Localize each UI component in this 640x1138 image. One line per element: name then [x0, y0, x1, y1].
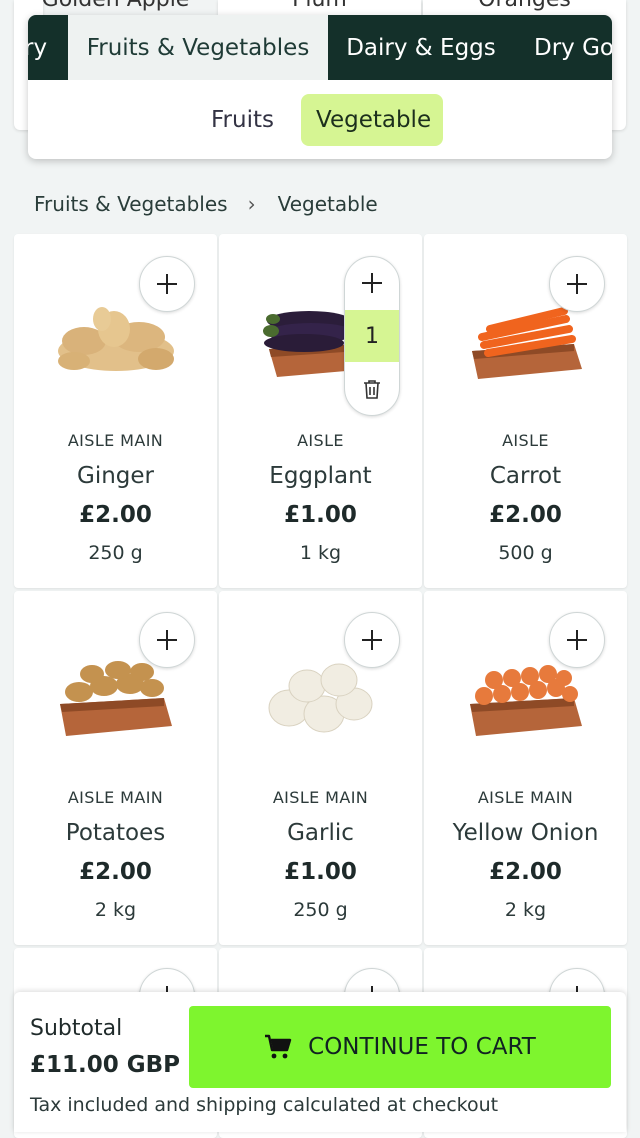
- add-to-cart-button[interactable]: [344, 612, 400, 668]
- add-to-cart-button[interactable]: [549, 612, 605, 668]
- product-size: 2 kg: [504, 899, 547, 921]
- peek-card-names: Golden Apple Plum Oranges: [14, 0, 626, 15]
- quantity-stepper[interactable]: 1: [344, 256, 400, 416]
- add-to-cart-button[interactable]: [139, 256, 195, 312]
- product-name: Yellow Onion: [452, 820, 599, 846]
- product-aisle: AISLE: [297, 431, 344, 450]
- quantity-value: 1: [345, 310, 399, 362]
- add-to-cart-button[interactable]: [549, 256, 605, 312]
- product-price: £1.00: [284, 502, 357, 528]
- plus-icon: [157, 630, 177, 650]
- plus-icon: [362, 630, 382, 650]
- product-name: Garlic: [287, 820, 354, 846]
- trash-icon: [364, 380, 380, 399]
- product-card-yellow-onion[interactable]: AISLE MAIN Yellow Onion £2.00 2 kg: [424, 591, 627, 945]
- product-card-eggplant[interactable]: 1 AISLE Eggplant £1.00 1 kg: [219, 234, 422, 588]
- chevron-right-icon: ›: [247, 192, 256, 216]
- increase-quantity-button[interactable]: [345, 257, 399, 309]
- product-price: £2.00: [79, 502, 152, 528]
- product-size: 250 g: [88, 542, 143, 564]
- product-card-potatoes[interactable]: AISLE MAIN Potatoes £2.00 2 kg: [14, 591, 217, 945]
- tab-dry-goods[interactable]: Dry Go: [534, 15, 612, 80]
- product-name: Ginger: [77, 463, 154, 489]
- peek-card-name: Oranges: [423, 0, 626, 12]
- product-name: Potatoes: [65, 820, 166, 846]
- product-price: £2.00: [489, 502, 562, 528]
- tab-fruits-vegetables[interactable]: Fruits & Vegetables: [68, 15, 328, 80]
- category-header: ry Fruits & Vegetables Dairy & Eggs Dry …: [28, 15, 612, 159]
- subtotal-value: £11.00 GBP: [30, 1052, 181, 1078]
- checkout-bar: Subtotal £11.00 GBP CONTINUE TO CART Tax…: [14, 992, 626, 1132]
- add-to-cart-button[interactable]: [139, 612, 195, 668]
- product-aisle: AISLE MAIN: [67, 788, 164, 807]
- product-card-garlic[interactable]: AISLE MAIN Garlic £1.00 250 g: [219, 591, 422, 945]
- tax-note: Tax included and shipping calculated at …: [30, 1094, 499, 1116]
- breadcrumb: Fruits & Vegetables › Vegetable: [34, 190, 378, 218]
- subtotal-label: Subtotal: [30, 1016, 123, 1041]
- product-name: Carrot: [489, 463, 562, 489]
- product-price: £1.00: [284, 859, 357, 885]
- plus-icon: [362, 273, 382, 293]
- plus-icon: [157, 274, 177, 294]
- product-price: £2.00: [489, 859, 562, 885]
- product-size: 500 g: [498, 542, 553, 564]
- peek-card-name: Plum: [218, 0, 421, 12]
- product-aisle: AISLE MAIN: [477, 788, 574, 807]
- remove-from-cart-button[interactable]: [345, 362, 399, 415]
- tab-dairy-truncated[interactable]: ry: [28, 15, 68, 80]
- product-name: Eggplant: [269, 463, 372, 489]
- product-price: £2.00: [79, 859, 152, 885]
- subtab-fruits[interactable]: Fruits: [196, 94, 289, 146]
- product-size: 250 g: [293, 899, 348, 921]
- plus-icon: [567, 630, 587, 650]
- product-aisle: AISLE MAIN: [67, 431, 164, 450]
- product-card-carrot[interactable]: AISLE Carrot £2.00 500 g: [424, 234, 627, 588]
- subtab-vegetable[interactable]: Vegetable: [301, 94, 443, 146]
- product-size: 1 kg: [299, 542, 342, 564]
- continue-to-cart-label: CONTINUE TO CART: [308, 1034, 536, 1060]
- product-card-ginger[interactable]: AISLE MAIN Ginger £2.00 250 g: [14, 234, 217, 588]
- product-aisle: AISLE: [502, 431, 549, 450]
- breadcrumb-item-fruits-vegetables[interactable]: Fruits & Vegetables: [34, 192, 228, 216]
- plus-icon: [567, 274, 587, 294]
- subcategory-tabs: Fruits Vegetable: [28, 94, 612, 146]
- breadcrumb-item-vegetable: Vegetable: [277, 192, 378, 216]
- product-aisle: AISLE MAIN: [272, 788, 369, 807]
- peek-card-name: Golden Apple: [14, 0, 217, 12]
- product-size: 2 kg: [94, 899, 137, 921]
- cart-icon: [265, 1034, 292, 1059]
- category-tab-bar: ry Fruits & Vegetables Dairy & Eggs Dry …: [28, 15, 612, 80]
- continue-to-cart-button[interactable]: CONTINUE TO CART: [189, 1006, 611, 1088]
- tab-dairy-eggs[interactable]: Dairy & Eggs: [328, 15, 514, 80]
